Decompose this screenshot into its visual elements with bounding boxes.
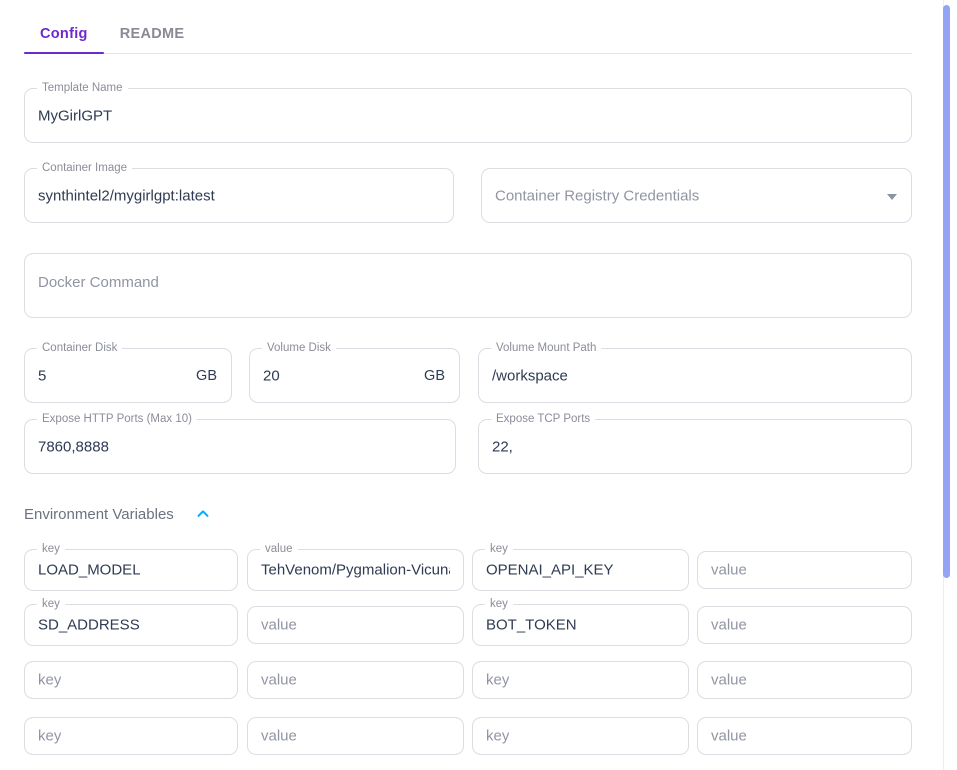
container-image-field[interactable]: Container Image synthintel2/mygirlgpt:la… [24, 162, 454, 223]
chevron-down-icon[interactable] [887, 193, 897, 200]
env-value-field[interactable]: value [247, 661, 464, 699]
env-key-field[interactable]: key OPENAI_API_KEY [472, 543, 689, 591]
volume-mount-path-value: /workspace [492, 367, 568, 384]
container-image-value: synthintel2/mygirlgpt:latest [38, 187, 215, 204]
env-value-placeholder: value [711, 561, 747, 579]
scrollbar-thumb[interactable] [943, 5, 950, 578]
volume-disk-label: Volume Disk [262, 342, 336, 355]
env-key-placeholder: key [486, 671, 510, 689]
template-name-value: MyGirlGPT [38, 107, 113, 124]
env-key-value: OPENAI_API_KEY [486, 561, 614, 579]
registry-credentials-select[interactable]: Container Registry Credentials [481, 168, 912, 223]
registry-credentials-placeholder: Container Registry Credentials [495, 187, 700, 204]
env-key-field[interactable]: key SD_ADDRESS [24, 598, 238, 646]
env-key-placeholder: key [486, 727, 510, 745]
env-value-field[interactable]: value [697, 606, 912, 644]
chevron-up-icon [197, 510, 209, 517]
volume-disk-value: 20 [263, 367, 280, 384]
volume-mount-path-label: Volume Mount Path [491, 342, 602, 355]
env-key-field[interactable]: key [472, 661, 689, 699]
container-disk-value: 5 [38, 367, 47, 384]
env-value-label: value [260, 543, 298, 556]
env-value-placeholder: value [711, 727, 747, 745]
docker-command-field[interactable]: Docker Command [24, 253, 912, 318]
docker-command-placeholder: Docker Command [38, 274, 159, 291]
environment-variables-header: Environment Variables [24, 501, 216, 527]
env-key-label: key [485, 598, 513, 611]
env-key-label: key [37, 543, 65, 556]
env-key-field[interactable]: key [24, 661, 238, 699]
http-ports-value: 7860,8888 [38, 438, 109, 455]
container-image-label: Container Image [37, 162, 133, 175]
template-name-label: Template Name [37, 82, 128, 95]
env-value-field[interactable]: value [697, 661, 912, 699]
container-disk-label: Container Disk [37, 342, 123, 355]
http-ports-field[interactable]: Expose HTTP Ports (Max 10) 7860,8888 [24, 413, 456, 474]
env-value-field[interactable]: value TehVenom/Pygmalion-Vicuna [247, 543, 464, 591]
environment-variables-title: Environment Variables [24, 505, 174, 523]
env-key-label: key [485, 543, 513, 556]
env-key-field[interactable]: key [24, 717, 238, 755]
config-page: Config README Template Name MyGirlGPT Co… [0, 0, 957, 770]
volume-disk-unit: GB [424, 367, 445, 384]
env-key-field[interactable]: key LOAD_MODEL [24, 543, 238, 591]
env-value-placeholder: value [261, 671, 297, 689]
env-value-placeholder: value [261, 727, 297, 745]
volume-mount-path-field[interactable]: Volume Mount Path /workspace [478, 342, 912, 403]
env-value-field[interactable]: value [697, 551, 912, 589]
tab-config[interactable]: Config [24, 26, 104, 54]
http-ports-label: Expose HTTP Ports (Max 10) [37, 413, 197, 426]
page-scrollbar[interactable] [943, 0, 957, 770]
env-value-placeholder: value [261, 616, 297, 634]
container-disk-unit: GB [196, 367, 217, 384]
env-key-value: SD_ADDRESS [38, 616, 140, 634]
tcp-ports-label: Expose TCP Ports [491, 413, 596, 426]
environment-variables-collapse-button[interactable] [190, 501, 216, 527]
env-value-field[interactable]: value [697, 717, 912, 755]
env-key-placeholder: key [38, 671, 62, 689]
env-value-value: TehVenom/Pygmalion-Vicuna [261, 561, 450, 579]
tab-readme[interactable]: README [104, 26, 201, 53]
tcp-ports-value: 22, [492, 438, 513, 455]
env-value-placeholder: value [711, 616, 747, 634]
tcp-ports-field[interactable]: Expose TCP Ports 22, [478, 413, 912, 474]
env-key-value: BOT_TOKEN [486, 616, 577, 634]
env-key-placeholder: key [38, 727, 62, 745]
env-value-field[interactable]: value [247, 606, 464, 644]
env-key-field[interactable]: key [472, 717, 689, 755]
volume-disk-field[interactable]: Volume Disk 20 GB [249, 342, 460, 403]
container-disk-field[interactable]: Container Disk 5 GB [24, 342, 232, 403]
env-key-field[interactable]: key BOT_TOKEN [472, 598, 689, 646]
template-name-field[interactable]: Template Name MyGirlGPT [24, 82, 912, 143]
env-key-label: key [37, 598, 65, 611]
env-value-field[interactable]: value [247, 717, 464, 755]
env-value-placeholder: value [711, 671, 747, 689]
tab-bar: Config README [24, 14, 912, 54]
env-key-value: LOAD_MODEL [38, 561, 141, 579]
